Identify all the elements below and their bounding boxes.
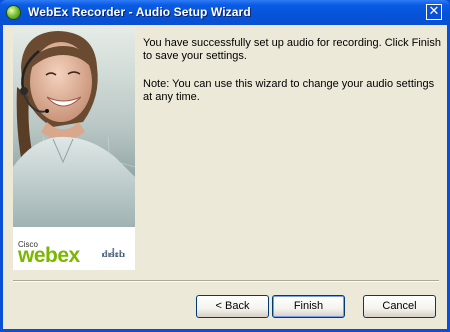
webex-logo: webex — [18, 244, 80, 267]
close-button[interactable]: ✕ — [426, 4, 442, 20]
back-button[interactable]: < Back — [196, 295, 269, 318]
close-icon: ✕ — [428, 4, 440, 19]
cancel-button[interactable]: Cancel — [363, 295, 436, 318]
wizard-message: You have successfully set up audio for r… — [143, 37, 443, 119]
window-title: WebEx Recorder - Audio Setup Wizard — [28, 5, 251, 19]
headset-woman-image — [13, 27, 135, 227]
note-text: Note: You can use this wizard to change … — [143, 78, 435, 103]
finish-button[interactable]: Finish — [272, 295, 345, 318]
cisco-wordmark: CISCO — [103, 253, 125, 259]
wizard-banner: Cisco webex CISCO — [13, 27, 135, 270]
webex-app-icon — [6, 5, 21, 20]
wizard-window: WebEx Recorder - Audio Setup Wizard ✕ Ci… — [0, 0, 450, 332]
dialog-body: Cisco webex CISCO You have successfully … — [3, 25, 447, 329]
button-separator — [13, 280, 439, 282]
success-text: You have successfully set up audio for r… — [143, 37, 441, 62]
title-bar[interactable]: WebEx Recorder - Audio Setup Wizard ✕ — [0, 0, 450, 25]
logo-area: Cisco webex CISCO — [13, 227, 135, 270]
